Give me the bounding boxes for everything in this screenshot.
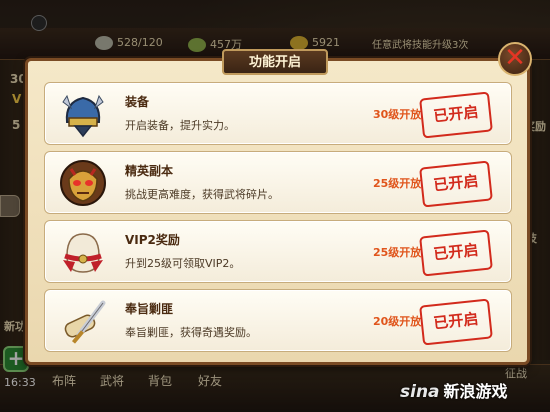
feature-name: VIP2奖励 (125, 233, 180, 247)
unlock-level: 30级开放 (373, 108, 422, 121)
feature-name: 精英副本 (125, 164, 174, 178)
feature-row: VIP2奖励 升到25级可领取VIP2。 25级开放 已开启 (44, 220, 512, 283)
dialog-title-tab: 功能开启 (222, 49, 328, 75)
feature-desc: 奉旨剿匪，获得奇遇奖励。 (125, 326, 257, 339)
feature-name: 奉旨剿匪 (125, 302, 174, 316)
demon-mask-icon (60, 160, 106, 206)
unlock-level: 25级开放 (373, 246, 422, 259)
helmet-icon (62, 94, 104, 138)
feature-name: 装备 (125, 95, 150, 109)
feature-row: 奉旨剿匪 奉旨剿匪，获得奇遇奖励。 20级开放 已开启 (44, 289, 512, 352)
feature-desc: 开启装备，提升实力。 (125, 119, 235, 132)
unlocked-stamp: 已开启 (419, 298, 493, 346)
unlocked-stamp: 已开启 (419, 229, 493, 277)
gift-bag-icon (63, 233, 103, 273)
feature-row: 精英副本 挑战更高难度，获得武将碎片。 25级开放 已开启 (44, 151, 512, 214)
scroll-sword-icon (64, 300, 106, 344)
close-icon[interactable]: ✕ (498, 42, 532, 76)
unlock-level: 25级开放 (373, 177, 422, 190)
dialog-title: 功能开启 (248, 55, 301, 70)
feature-desc: 升到25级可领取VIP2。 (125, 257, 241, 270)
unlock-level: 20级开放 (373, 315, 422, 328)
feature-row: 装备 开启装备，提升实力。 30级开放 已开启 (44, 82, 512, 145)
sina-logo: sina (400, 382, 440, 402)
watermark-text: 新浪游戏 (443, 382, 508, 401)
feature-desc: 挑战更高难度，获得武将碎片。 (125, 188, 279, 201)
unlocked-stamp: 已开启 (419, 91, 493, 139)
unlocked-stamp: 已开启 (419, 160, 493, 208)
sina-games-watermark: sina 新浪游戏 (400, 378, 508, 402)
